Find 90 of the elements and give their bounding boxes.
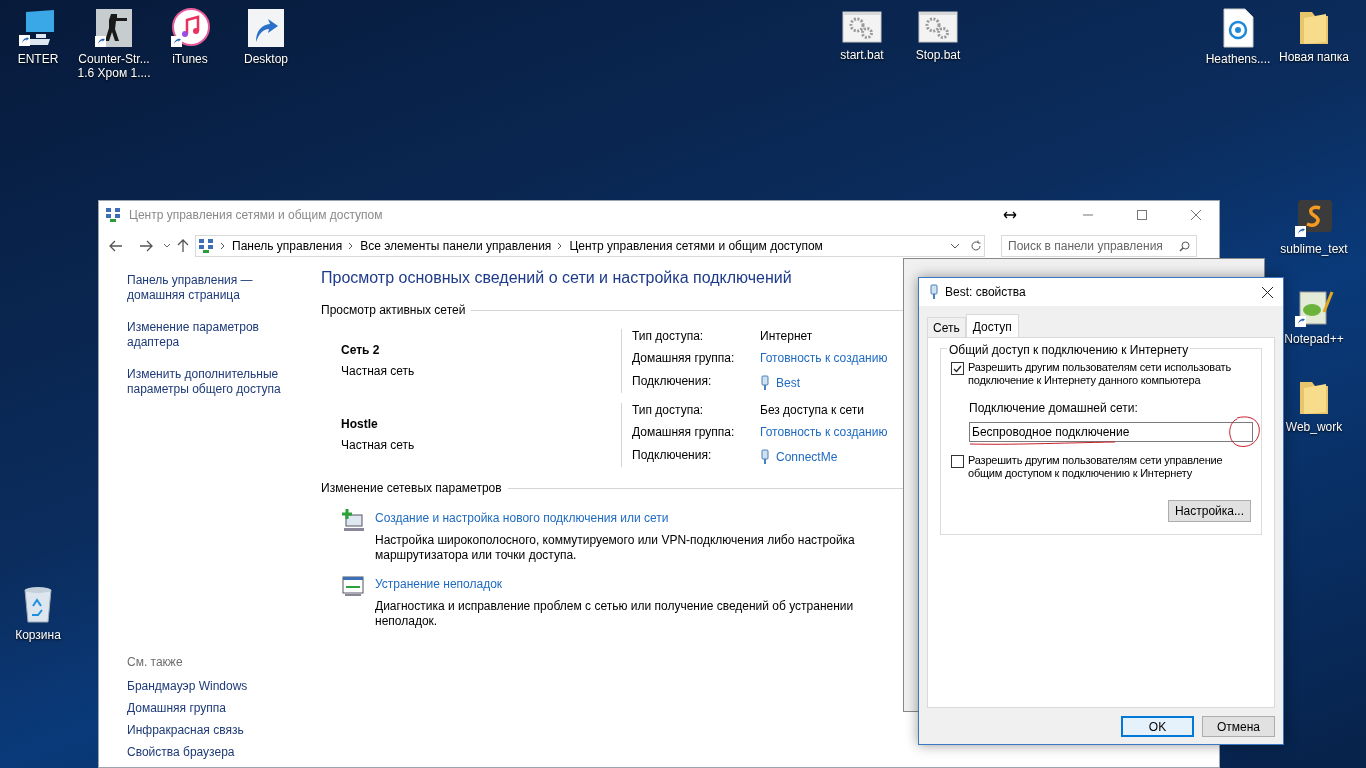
task-link[interactable]: Создание и настройка нового подключения или сети bbox=[375, 509, 875, 527]
checkbox[interactable] bbox=[951, 455, 964, 468]
connection-plug-icon bbox=[929, 284, 939, 300]
sidebar-link[interactable]: Свойства браузера bbox=[127, 745, 293, 760]
homegroup-link[interactable]: Готовность к созданию bbox=[760, 351, 888, 370]
dialog-button[interactable]: OK bbox=[1121, 716, 1194, 737]
desktop-icon-label[interactable]: Desktop bbox=[244, 52, 288, 66]
gears-window-icon bbox=[842, 10, 882, 44]
network-icon bbox=[105, 207, 121, 223]
chevron-right-icon bbox=[348, 242, 355, 250]
desktop-icon-label[interactable]: ENTER bbox=[17, 52, 59, 66]
refresh-icon[interactable] bbox=[970, 240, 982, 252]
troubleshoot-icon bbox=[341, 575, 365, 597]
sidebar-link[interactable]: Домашняя группа bbox=[127, 701, 293, 716]
gears-window-icon bbox=[918, 10, 958, 44]
group-title: Общий доступ к подключению к Интернету bbox=[947, 341, 1191, 359]
access-type-value: Интернет bbox=[760, 329, 814, 345]
breadcrumb-item[interactable]: Панель управления bbox=[232, 237, 343, 255]
sidebar-link[interactable]: Изменение параметров адаптера bbox=[127, 320, 287, 350]
network-name: Сеть 2 bbox=[341, 342, 381, 359]
desktop-icon-label[interactable]: Notepad++ bbox=[1284, 332, 1344, 346]
resize-cursor-icon bbox=[1003, 211, 1017, 219]
section-heading: Просмотр активных сетей bbox=[321, 302, 466, 319]
music-note-icon bbox=[170, 8, 210, 48]
breadcrumb-item[interactable]: Центр управления сетями и общим доступом bbox=[569, 237, 823, 255]
soldier-icon bbox=[94, 8, 134, 48]
network-name: Hostle bbox=[341, 416, 379, 433]
network-add-icon bbox=[341, 509, 365, 533]
address-bar[interactable]: Панель управления Все элементы панели управления Центр управления сетями и общим доступом bbox=[195, 235, 985, 257]
desktop-icon-label[interactable]: Новая папка bbox=[1279, 50, 1349, 64]
window-title: Центр управления сетями и общим доступом bbox=[129, 207, 383, 224]
chevron-down-icon[interactable] bbox=[950, 243, 960, 249]
up-arrow-icon[interactable] bbox=[177, 239, 189, 253]
desktop-icon-label[interactable]: Counter-Str... 1.6 Хром 1.... bbox=[76, 52, 152, 80]
media-file-icon bbox=[1221, 8, 1255, 48]
connection-link[interactable]: Best bbox=[776, 375, 800, 391]
desktop-icon-label[interactable]: sublime_text bbox=[1280, 242, 1348, 256]
breadcrumb-item[interactable]: Все элементы панели управления bbox=[360, 237, 552, 255]
settings-button[interactable]: Настройка... bbox=[1167, 500, 1251, 522]
editor-app-icon bbox=[1294, 198, 1334, 238]
task-description: Диагностика и исправление проблем с сетью или получение сведений об устранении неполадок. bbox=[375, 599, 855, 629]
field-label: Подключение домашней сети: bbox=[969, 400, 1139, 417]
sidebar-link[interactable]: Панель управления — домашняя страница bbox=[127, 273, 287, 303]
sidebar-link[interactable]: Брандмауэр Windows bbox=[127, 679, 293, 694]
dialog-tab[interactable]: Доступ bbox=[965, 314, 1019, 338]
desktop-icon-label[interactable]: Stop.bat bbox=[915, 48, 961, 62]
network-type: Частная сеть bbox=[341, 363, 416, 380]
homegroup-link[interactable]: Готовность к созданию bbox=[760, 425, 888, 444]
desktop-icon-label[interactable]: Web_work bbox=[1285, 420, 1343, 434]
search-icon bbox=[1179, 240, 1190, 252]
checkbox-label: Разрешить другим пользователям сети использовать подключение к Интернету данного компьютера bbox=[968, 361, 1232, 387]
access-type-value: Без доступа к сети bbox=[760, 403, 865, 419]
search-field[interactable]: Поиск в панели управления bbox=[1001, 235, 1197, 257]
back-arrow-icon[interactable] bbox=[109, 240, 123, 252]
task-link[interactable]: Устранение неполадок bbox=[375, 575, 875, 593]
desktop-icon-label[interactable]: Корзина bbox=[15, 628, 61, 642]
dialog-button[interactable]: Отмена bbox=[1202, 716, 1275, 737]
network-type: Частная сеть bbox=[341, 437, 416, 454]
close-icon[interactable] bbox=[1262, 286, 1273, 298]
connection-link[interactable]: ConnectMe bbox=[776, 449, 838, 465]
notepad-chameleon-icon bbox=[1294, 288, 1334, 328]
dialog-tab[interactable]: Сеть bbox=[927, 317, 966, 337]
desktop-icon-label[interactable]: start.bat bbox=[840, 48, 884, 62]
field-label: Домашняя группа: bbox=[632, 425, 736, 442]
desktop-icon-label[interactable]: iTunes bbox=[172, 52, 208, 66]
field-label: Домашняя группа: bbox=[632, 351, 736, 368]
sidebar-link[interactable]: Изменить дополнительные параметры общего доступа bbox=[127, 367, 287, 397]
network-icon bbox=[198, 238, 214, 254]
connection-plug-icon bbox=[760, 375, 770, 392]
checkmark-icon bbox=[953, 364, 962, 373]
field-label: Тип доступа: bbox=[632, 403, 705, 419]
forward-arrow-icon[interactable] bbox=[139, 240, 153, 252]
chevron-right-icon bbox=[557, 242, 564, 250]
home-network-field[interactable]: Беспроводное подключение bbox=[969, 422, 1253, 442]
page-heading: Просмотр основных сведений о сети и настройка подключений bbox=[321, 268, 793, 288]
dialog-title: Best: свойства bbox=[945, 284, 1026, 301]
field-label: Подключения: bbox=[632, 373, 713, 390]
chevron-down-icon[interactable] bbox=[163, 243, 171, 249]
field-label: Подключения: bbox=[632, 447, 713, 464]
see-also-heading: См. также bbox=[127, 654, 184, 671]
sidebar-link[interactable]: Инфракрасная связь bbox=[127, 723, 293, 738]
section-heading: Изменение сетевых параметров bbox=[321, 480, 502, 497]
chevron-right-icon bbox=[220, 242, 226, 250]
desktop-icon-label[interactable]: Heathens.... bbox=[1205, 52, 1271, 66]
maximize-icon[interactable] bbox=[1137, 210, 1147, 220]
connection-plug-icon bbox=[760, 449, 770, 466]
field-label: Тип доступа: bbox=[632, 329, 705, 345]
task-description: Настройка широкополосного, коммутируемого или VPN-подключения либо настройка маршрутизатора или точки доступа. bbox=[375, 533, 856, 563]
checkbox[interactable] bbox=[951, 362, 964, 375]
checkbox-label: Разрешить другим пользователям сети управление общим доступом к подключению к Интернету bbox=[968, 454, 1224, 480]
